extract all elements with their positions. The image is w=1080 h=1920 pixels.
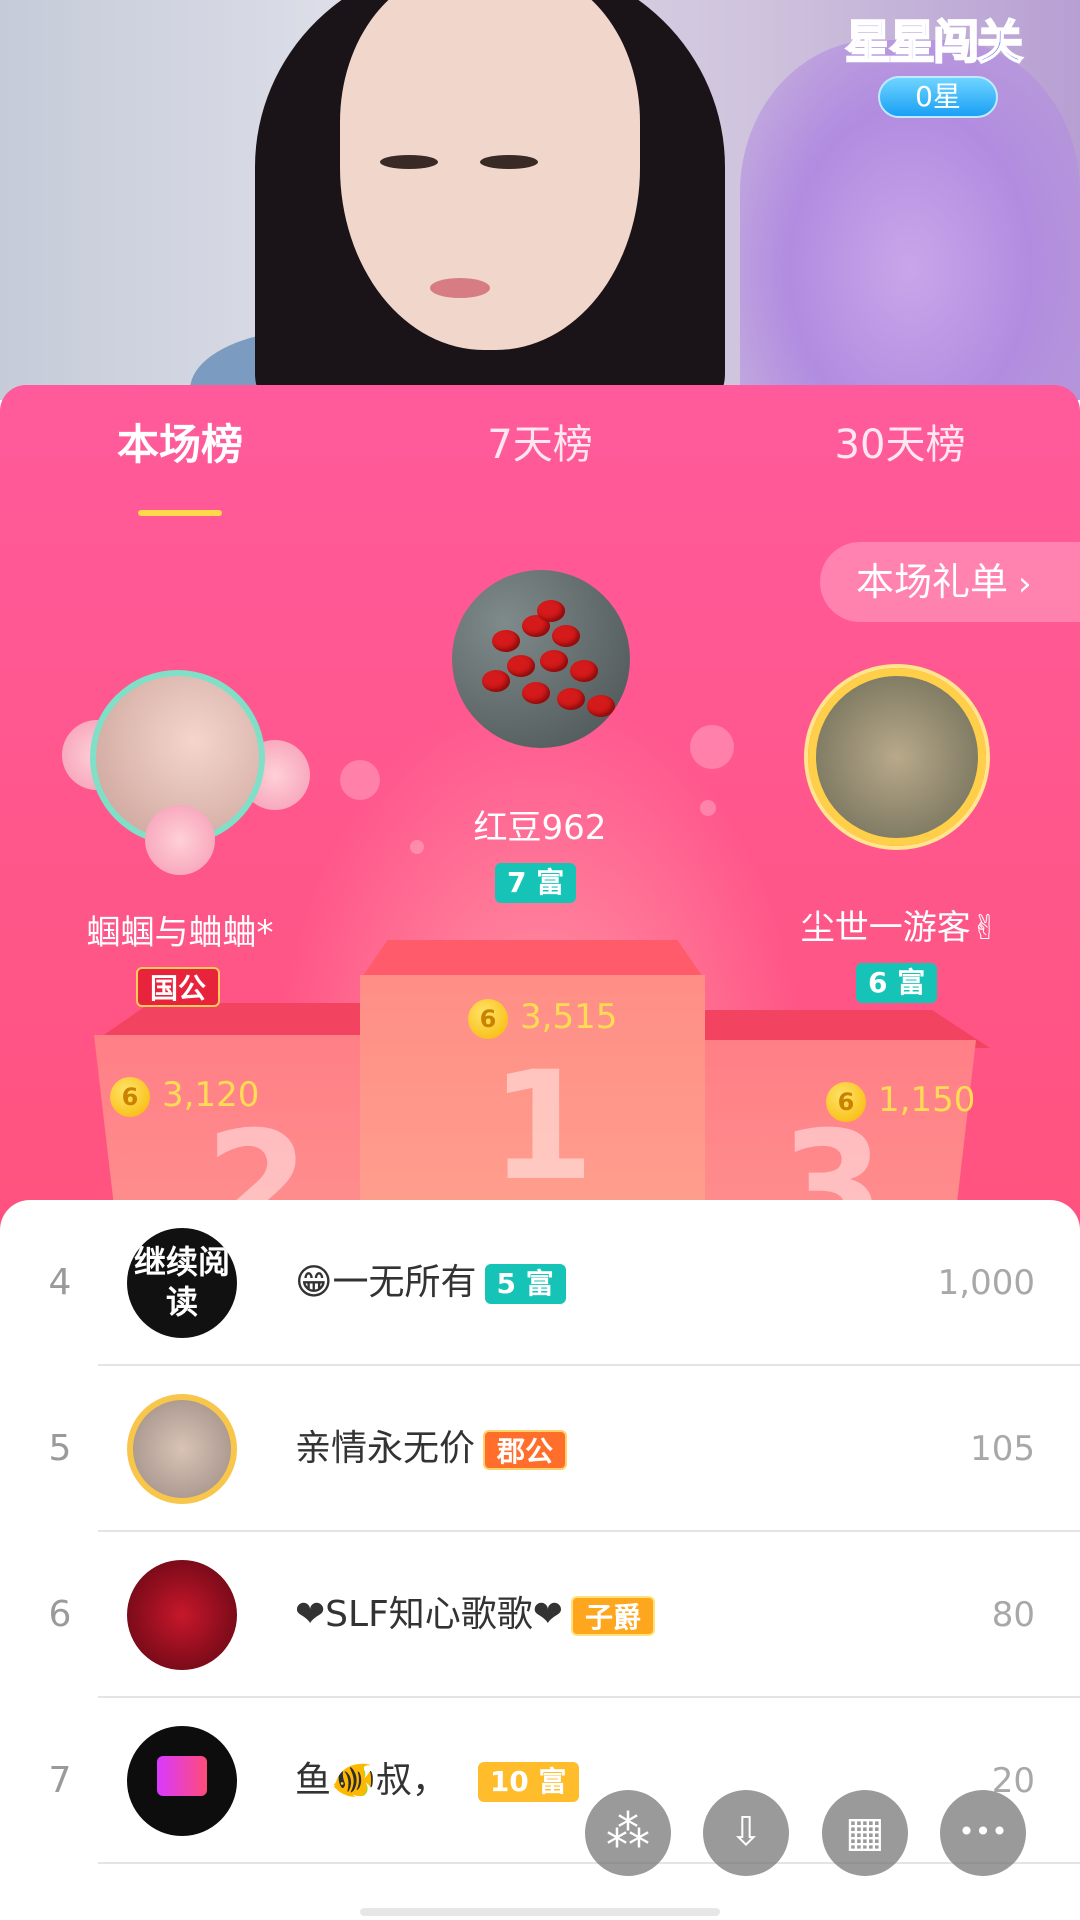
bean	[557, 688, 585, 710]
session-gift-list-button[interactable]: 本场礼单 ›	[820, 542, 1080, 622]
second-place-score: 6 3,120	[110, 1075, 259, 1117]
list-item[interactable]: 6 ❤SLF知心歌歌❤ 子爵 80	[0, 1532, 1080, 1698]
rank-number: 5	[48, 1428, 72, 1469]
video-face	[340, 0, 640, 350]
wealth-tag: 10 富	[477, 1762, 579, 1802]
third-place-tag-wrap: 6 富	[856, 963, 938, 1003]
rank-number: 6	[48, 1594, 72, 1635]
decor-bubble	[700, 800, 716, 816]
tab-7-days[interactable]: 7天榜	[420, 415, 660, 475]
third-place-wealth-tag: 6 富	[856, 963, 938, 1003]
avatar[interactable]: 继续阅读	[127, 1228, 237, 1338]
ranking-tabs: 本场榜 7天榜 30天榜	[0, 415, 1080, 516]
bean	[537, 600, 565, 622]
share-icon[interactable]: ⁂	[585, 1790, 671, 1876]
tab-30-days[interactable]: 30天榜	[780, 415, 1020, 475]
second-place-noble-tag: 国公	[136, 967, 221, 1007]
third-place-score: 6 1,150	[826, 1080, 975, 1122]
user-name: 鱼🐠叔， 10 富	[295, 1698, 579, 1864]
first-place-tag-wrap: 7 富	[495, 863, 577, 903]
user-name-text: ❤SLF知心歌歌❤	[295, 1594, 563, 1635]
podium-number-first: 1	[490, 1040, 595, 1214]
first-place-avatar[interactable]	[452, 570, 630, 748]
contribution-score: 1,000	[937, 1263, 1035, 1303]
user-name-text: 😁一无所有	[295, 1262, 477, 1303]
bean	[522, 682, 550, 704]
avatar[interactable]	[127, 1726, 237, 1836]
second-place-name[interactable]: 蝈蝈与蛐蛐*	[60, 905, 300, 954]
tab-this-session[interactable]: 本场榜	[60, 415, 300, 475]
video-eye-left	[380, 155, 438, 169]
video-eye-right	[480, 155, 538, 169]
coin-icon: 6	[110, 1076, 150, 1117]
third-place-score-value: 1,150	[878, 1080, 976, 1120]
gift-list-label: 本场礼单	[856, 560, 1009, 604]
bean	[540, 650, 568, 672]
noble-tag: 郡公	[483, 1430, 568, 1470]
bean	[552, 625, 580, 647]
bean	[482, 670, 510, 692]
first-place-wealth-tag: 7 富	[495, 863, 577, 903]
decor-bubble	[410, 840, 424, 854]
list-item[interactable]: 4 继续阅读 😁一无所有 5 富 1,000	[0, 1200, 1080, 1366]
coin-icon: 6	[468, 998, 508, 1039]
second-place-tag-wrap: 国公	[136, 967, 221, 1007]
user-name-text: 鱼🐠叔，	[295, 1760, 448, 1801]
first-place-name[interactable]: 红豆962	[440, 800, 640, 849]
avatar[interactable]	[127, 1560, 237, 1670]
noble-tag: 子爵	[570, 1596, 655, 1636]
user-name: 亲情永无价 郡公	[295, 1366, 568, 1532]
bean	[492, 630, 520, 652]
user-name: 😁一无所有 5 富	[295, 1200, 566, 1366]
third-place-avatar[interactable]	[808, 668, 986, 846]
decor-bubble	[690, 725, 734, 769]
active-tab-indicator	[138, 510, 222, 516]
first-place-score-value: 3,515	[520, 997, 618, 1037]
star-count-badge[interactable]: 0星	[878, 76, 998, 118]
live-video: 星星闯关 0星	[0, 0, 1080, 400]
podium-first-top	[360, 940, 705, 980]
contribution-score: 80	[991, 1595, 1035, 1635]
bean	[570, 660, 598, 682]
rank-number: 4	[48, 1262, 72, 1303]
contribution-score: 105	[970, 1429, 1035, 1469]
more-icon[interactable]: •••	[940, 1790, 1026, 1876]
wealth-tag: 5 富	[484, 1264, 566, 1304]
decor-bubble	[340, 760, 380, 800]
third-place-name[interactable]: 尘世一游客✌	[780, 900, 1020, 949]
home-indicator[interactable]	[360, 1908, 720, 1916]
avatar[interactable]	[127, 1394, 237, 1504]
bean	[507, 655, 535, 677]
rank-number: 7	[48, 1760, 72, 1801]
video-lips	[430, 278, 490, 298]
user-name: ❤SLF知心歌歌❤ 子爵	[295, 1532, 655, 1698]
avatar-frame-flower	[145, 805, 215, 875]
second-place-score-value: 3,120	[162, 1075, 260, 1115]
first-place-score: 6 3,515	[468, 997, 617, 1039]
ranking-list: 4 继续阅读 😁一无所有 5 富 1,000 5 亲情永无价 郡公 105 6 ❤S…	[0, 1200, 1080, 1920]
star-challenge-title[interactable]: 星星闯关	[844, 6, 1024, 70]
apps-grid-icon[interactable]: ▦	[822, 1790, 908, 1876]
chevron-right-icon: ›	[1018, 564, 1032, 604]
coin-icon: 6	[826, 1081, 866, 1122]
list-item[interactable]: 5 亲情永无价 郡公 105	[0, 1366, 1080, 1532]
user-name-text: 亲情永无价	[295, 1428, 476, 1469]
list-item[interactable]: 7 鱼🐠叔， 10 富 20	[0, 1698, 1080, 1864]
download-icon[interactable]: ⇩	[703, 1790, 789, 1876]
row-divider	[98, 1862, 1080, 1864]
bean	[587, 695, 615, 717]
